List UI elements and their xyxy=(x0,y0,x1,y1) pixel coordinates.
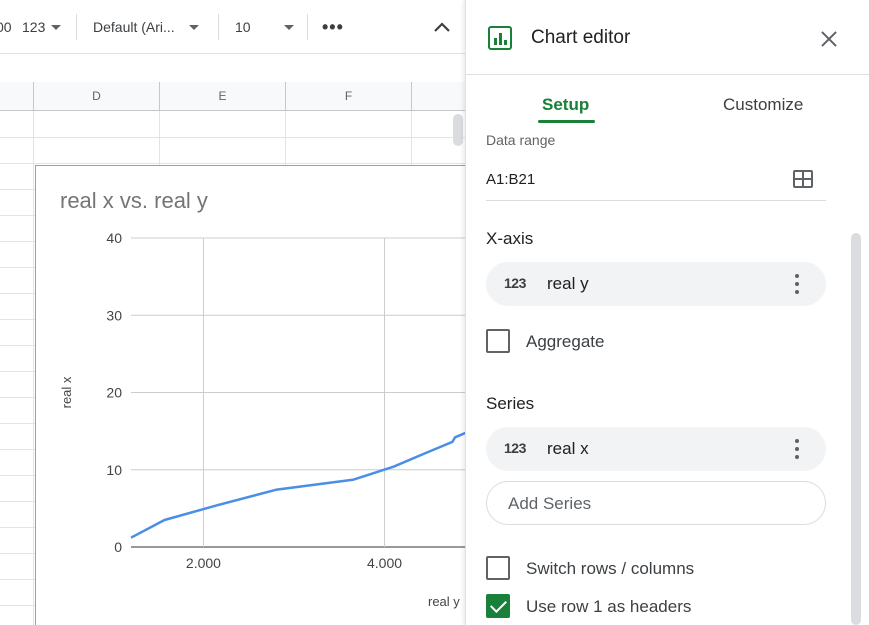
line-chart: 0 10 20 30 40 2.000 4.000 real x real y xyxy=(59,230,465,609)
data-range-underline xyxy=(486,200,826,201)
tab-active-indicator xyxy=(538,120,595,123)
series-line xyxy=(130,431,465,539)
series-chip[interactable]: 123 real x xyxy=(486,427,826,471)
use-row1-headers-checkbox[interactable] xyxy=(486,594,510,618)
chevron-down-icon xyxy=(51,24,62,30)
close-icon[interactable] xyxy=(818,28,840,50)
sheet-scrollbar[interactable] xyxy=(453,114,463,146)
column-header-label: E xyxy=(218,89,227,103)
chevron-down-icon xyxy=(188,24,199,30)
x-axis-field-label: real y xyxy=(547,274,589,293)
panel-scrollbar[interactable] xyxy=(851,233,861,625)
y-tick-label: 30 xyxy=(106,307,122,323)
y-tick-label: 10 xyxy=(106,462,122,478)
panel-title: Chart editor xyxy=(531,27,631,48)
font-label: Default (Ari... xyxy=(93,19,175,35)
chart[interactable]: real x vs. real y 0 10 20 30 40 2.000 4.000 rea… xyxy=(35,165,465,625)
column-header[interactable] xyxy=(412,82,465,111)
column-header[interactable] xyxy=(0,82,34,111)
font-dropdown[interactable]: Default (Ari... xyxy=(93,0,199,54)
panel-header: Chart editor xyxy=(466,0,869,75)
x-tick-label: 4.000 xyxy=(367,555,402,571)
select-range-icon[interactable] xyxy=(793,170,813,188)
switch-rows-columns-checkbox[interactable] xyxy=(486,556,510,580)
column-header-d[interactable]: D xyxy=(34,82,160,111)
column-header-f[interactable]: F xyxy=(286,82,412,111)
font-size-dropdown[interactable]: 10 xyxy=(235,0,294,54)
aggregate-label: Aggregate xyxy=(526,332,605,351)
toolbar-divider xyxy=(76,14,77,40)
y-tick-label: 20 xyxy=(106,385,122,401)
x-axis-label: real y xyxy=(428,594,460,609)
y-tick-label: 40 xyxy=(106,230,122,246)
toolbar: 00 123 Default (Ari... 10 ••• xyxy=(0,0,465,54)
more-vertical-icon[interactable] xyxy=(794,273,800,295)
number-format-label: 123 xyxy=(22,19,46,35)
use-row1-headers-label: Use row 1 as headers xyxy=(526,597,692,616)
more-horizontal-icon: ••• xyxy=(322,16,344,37)
add-series-button[interactable]: Add Series xyxy=(486,481,826,525)
format-partial-button[interactable]: 00 xyxy=(0,0,12,54)
y-axis-label: real x xyxy=(59,376,74,408)
toolbar-divider xyxy=(218,14,219,40)
x-axis-title: X-axis xyxy=(486,229,534,248)
font-size-label: 10 xyxy=(235,19,251,35)
tab-customize[interactable]: Customize xyxy=(723,95,803,115)
data-range-label: Data range xyxy=(486,132,556,148)
grid-line xyxy=(0,137,465,138)
toolbar-divider xyxy=(307,14,308,40)
data-range-input[interactable]: A1:B21 xyxy=(486,171,535,188)
column-header-label: F xyxy=(344,89,353,103)
x-tick-label: 2.000 xyxy=(186,555,221,571)
collapse-toolbar-button[interactable] xyxy=(434,0,450,54)
y-tick-label: 0 xyxy=(114,539,122,555)
chart-editor-icon xyxy=(488,26,512,50)
column-header-label: D xyxy=(92,89,101,103)
more-vertical-icon[interactable] xyxy=(794,438,800,460)
number-type-icon: 123 xyxy=(504,275,526,291)
chevron-down-icon xyxy=(283,24,294,30)
chevron-up-icon xyxy=(434,22,450,32)
more-button[interactable]: ••• xyxy=(322,0,344,54)
series-title: Series xyxy=(486,394,535,413)
number-type-icon: 123 xyxy=(504,440,526,456)
series-field-label: real x xyxy=(547,439,589,458)
x-axis-chip[interactable]: 123 real y xyxy=(486,262,826,306)
tab-setup[interactable]: Setup xyxy=(542,95,589,115)
format-partial-label: 00 xyxy=(0,19,12,35)
chart-editor-panel: Chart editor Setup Customize Data range … xyxy=(465,0,869,625)
switch-rows-columns-label: Switch rows / columns xyxy=(526,559,695,578)
aggregate-checkbox[interactable] xyxy=(486,329,510,353)
column-header-e[interactable]: E xyxy=(160,82,286,111)
grid-line xyxy=(0,163,465,164)
number-format-dropdown[interactable]: 123 xyxy=(22,0,62,54)
